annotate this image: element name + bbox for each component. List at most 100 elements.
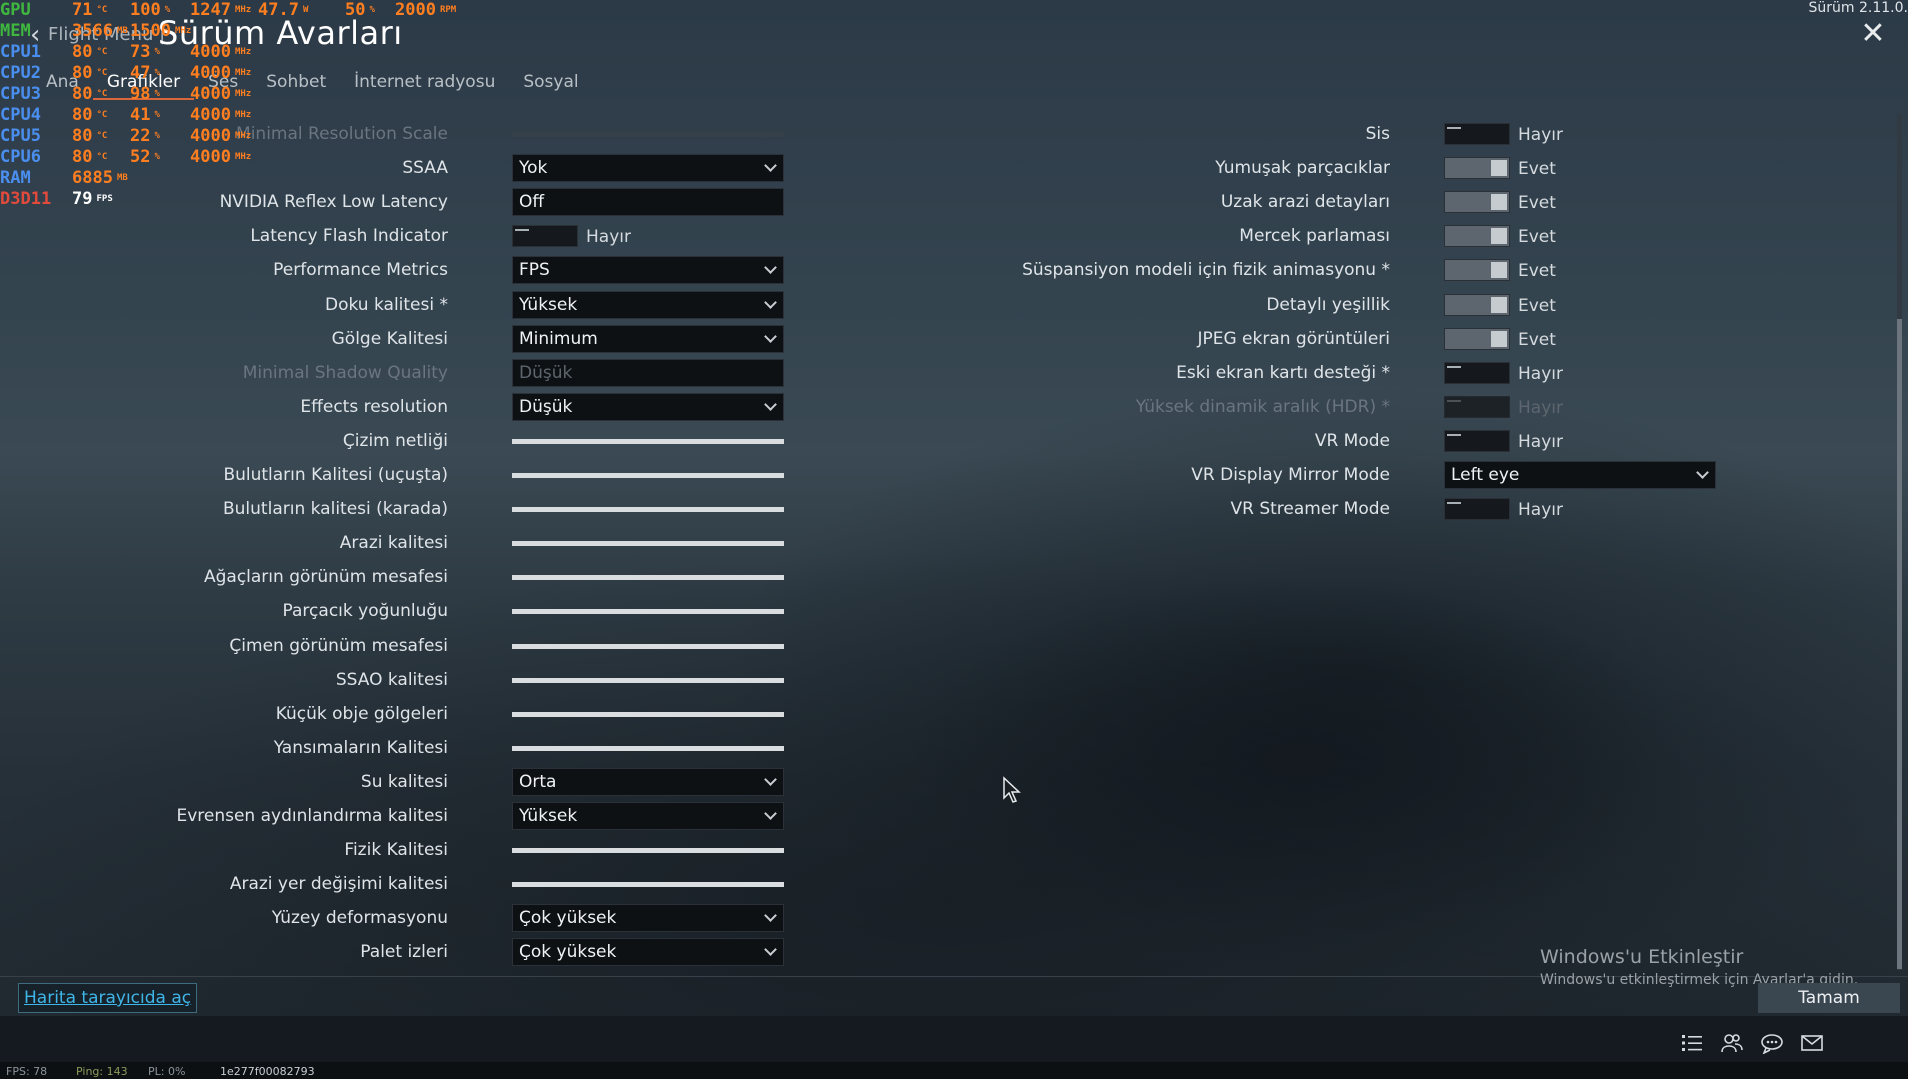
- overlay-value-number: 80: [72, 63, 93, 83]
- setting-label: Eski ekran kartı desteği *: [1176, 362, 1390, 383]
- overlay-value-unit: MHz: [234, 152, 252, 162]
- setting-toggle-vr-mode[interactable]: Hayır: [1444, 427, 1744, 455]
- setting-label: JPEG ekran görüntüleri: [1197, 328, 1390, 349]
- overlay-value-number: 50: [345, 0, 366, 20]
- toggle-switch: [1444, 395, 1510, 418]
- overlay-label: CPU2: [0, 63, 41, 83]
- setting-toggle-yumu-ak-par-ac-klar[interactable]: Evet: [1444, 154, 1744, 182]
- overlay-value-number: 22: [130, 126, 151, 146]
- toggle-switch: [1444, 123, 1510, 145]
- toggle-state-label: Evet: [1518, 261, 1556, 282]
- overlay-value-unit: MHz: [234, 5, 252, 15]
- overlay-value-unit: MB: [116, 173, 128, 183]
- setting-toggle-vr-streamer-mode[interactable]: Hayır: [1444, 495, 1744, 523]
- slider-fill: [512, 848, 784, 854]
- overlay-value: 50%: [345, 0, 375, 21]
- status-session-id: 1e277f00082793: [220, 1065, 315, 1078]
- overlay-value: 71 °C: [72, 0, 107, 21]
- windows-activation-title: Windows'u Etkinleştir: [1540, 946, 1744, 968]
- setting-slider-arazi-yer-de-i-imi-kalitesi[interactable]: [512, 870, 784, 898]
- setting-label: Su kalitesi: [360, 771, 448, 792]
- slider-fill: [512, 643, 784, 649]
- mail-icon[interactable]: [1800, 1032, 1824, 1054]
- toggle-state-label: Evet: [1518, 193, 1556, 214]
- setting-row-mercek-parlamas: Mercek parlaması Evet: [0, 222, 1900, 250]
- setting-row-su-kalitesi: Su kalitesi Orta: [0, 767, 1900, 796]
- setting-row-fizik-kalitesi: Fizik Kalitesi: [0, 836, 1900, 864]
- overlay-value: 47%: [130, 63, 160, 84]
- setting-slider-arazi-kalitesi[interactable]: [512, 529, 784, 557]
- list-icon[interactable]: [1680, 1032, 1704, 1054]
- slider-fill: [512, 745, 784, 751]
- overlay-value-unit: %: [154, 89, 160, 99]
- setting-row-evrensen-ayd-nland-rma-kalitesi: Evrensen aydınlandırma kalitesi Yüksek: [0, 802, 1900, 830]
- overlay-value: 4000 MHz: [190, 105, 251, 126]
- overlay-value-number: 6885: [72, 168, 113, 188]
- setting-dropdown-evrensen-ayd-nland-rma-kalitesi[interactable]: Yüksek: [512, 802, 784, 830]
- toggle-knob: [1491, 160, 1507, 177]
- open-map-in-browser-link[interactable]: Harita tarayıcıda aç: [18, 983, 198, 1013]
- toggle-knob: [1491, 296, 1507, 313]
- status-fps: FPS: 78: [6, 1065, 48, 1078]
- setting-label: Mercek parlaması: [1239, 226, 1390, 247]
- mouse-cursor-icon: [1003, 776, 1021, 803]
- overlay-label: RAM: [0, 168, 31, 188]
- toggle-knob: [1491, 194, 1507, 211]
- setting-slider-a-a-lar-n-g-r-n-m-mesafesi[interactable]: [512, 563, 784, 591]
- setting-row-k-k-obje-g-lgeleri: Küçük obje gölgeleri: [0, 700, 1900, 728]
- overlay-value-unit: %: [164, 5, 171, 15]
- setting-label: Yansımaların Kalitesi: [273, 737, 448, 758]
- slider-fill: [512, 541, 784, 547]
- setting-slider-ssao-kalitesi[interactable]: [512, 666, 784, 694]
- setting-slider-par-ac-k-yo-unlu-u[interactable]: [512, 597, 784, 625]
- performance-overlay: GPU 71 °C 100% 1247 MHz 47.7 W 50% 2000 RPM MEM 3566…: [0, 0, 560, 210]
- setting-toggle-sis[interactable]: Hayır: [1444, 120, 1744, 148]
- close-button[interactable]: ✕: [1860, 19, 1886, 49]
- setting-toggle-s-spansiyon-modeli-i-in-fizik-animasyonu[interactable]: Evet: [1444, 256, 1744, 284]
- setting-toggle-mercek-parlamas[interactable]: Evet: [1444, 222, 1744, 250]
- setting-slider-fizik-kalitesi[interactable]: [512, 836, 784, 864]
- overlay-value-number: 4000: [190, 147, 231, 167]
- setting-dropdown-vr-display-mirror-mode[interactable]: Left eye: [1444, 461, 1716, 489]
- overlay-value-number: 80: [72, 105, 93, 125]
- setting-toggle-eski-ekran-kart-deste-i[interactable]: Hayır: [1444, 359, 1744, 387]
- setting-toggle-uzak-arazi-detaylar[interactable]: Evet: [1444, 188, 1744, 216]
- overlay-row-cpu5: CPU5 80 °C 22% 4000 MHz: [0, 126, 560, 147]
- status-packet-loss: PL: 0%: [148, 1065, 186, 1078]
- toggle-state-label: Hayır: [1518, 363, 1563, 384]
- setting-toggle-jpeg-ekran-g-r-nt-leri[interactable]: Evet: [1444, 325, 1744, 353]
- overlay-value-unit: °C: [96, 152, 108, 162]
- overlay-value-number: 47: [130, 63, 151, 83]
- setting-label: Arazi yer değişimi kalitesi: [229, 874, 448, 895]
- overlay-value-unit: W: [302, 5, 309, 15]
- toggle-knob: [1491, 330, 1507, 347]
- ok-button[interactable]: Tamam: [1758, 983, 1900, 1013]
- slider-fill: [512, 677, 784, 683]
- setting-row-y-ksek-dinamik-aral-k-hdr: Yüksek dinamik aralık (HDR) * Hayır: [0, 393, 1900, 421]
- setting-label: Yüksek dinamik aralık (HDR) *: [1135, 396, 1390, 417]
- chat-icon[interactable]: [1760, 1032, 1784, 1054]
- settings-scrollbar[interactable]: [1897, 114, 1902, 970]
- toggle-state-label: Hayır: [1518, 431, 1563, 452]
- setting-toggle-detayl-ye-illik[interactable]: Evet: [1444, 291, 1744, 319]
- friends-icon[interactable]: [1720, 1032, 1744, 1054]
- overlay-value-unit: %: [154, 68, 160, 78]
- toggle-state-label: Evet: [1518, 295, 1556, 316]
- overlay-value: 47.7 W: [258, 0, 308, 21]
- overlay-value-number: 79: [72, 189, 93, 209]
- overlay-value: 3566 MB: [72, 21, 128, 42]
- status-bar: FPS: 78 Ping: 143 PL: 0% 1e277f00082793: [0, 1062, 1908, 1079]
- setting-slider-imen-g-r-n-m-mesafesi[interactable]: [512, 632, 784, 660]
- setting-slider-k-k-obje-g-lgeleri[interactable]: [512, 700, 784, 728]
- dropdown-value: Orta: [519, 771, 557, 792]
- overlay-value-number: 3566: [72, 21, 113, 41]
- scrollbar-thumb[interactable]: [1897, 319, 1902, 969]
- setting-dropdown-su-kalitesi[interactable]: Orta: [512, 767, 784, 796]
- slider-fill: [512, 609, 784, 615]
- setting-slider-yans-malar-n-kalitesi[interactable]: [512, 734, 784, 762]
- setting-dropdown-palet-izleri[interactable]: Çok yüksek: [512, 938, 784, 967]
- setting-dropdown-y-zey-deformasyonu[interactable]: Çok yüksek: [512, 904, 784, 933]
- slider-fill: [512, 882, 784, 888]
- toggle-state-label: Evet: [1518, 159, 1556, 180]
- setting-row-arazi-yer-de-i-imi-kalitesi: Arazi yer değişimi kalitesi: [0, 870, 1900, 898]
